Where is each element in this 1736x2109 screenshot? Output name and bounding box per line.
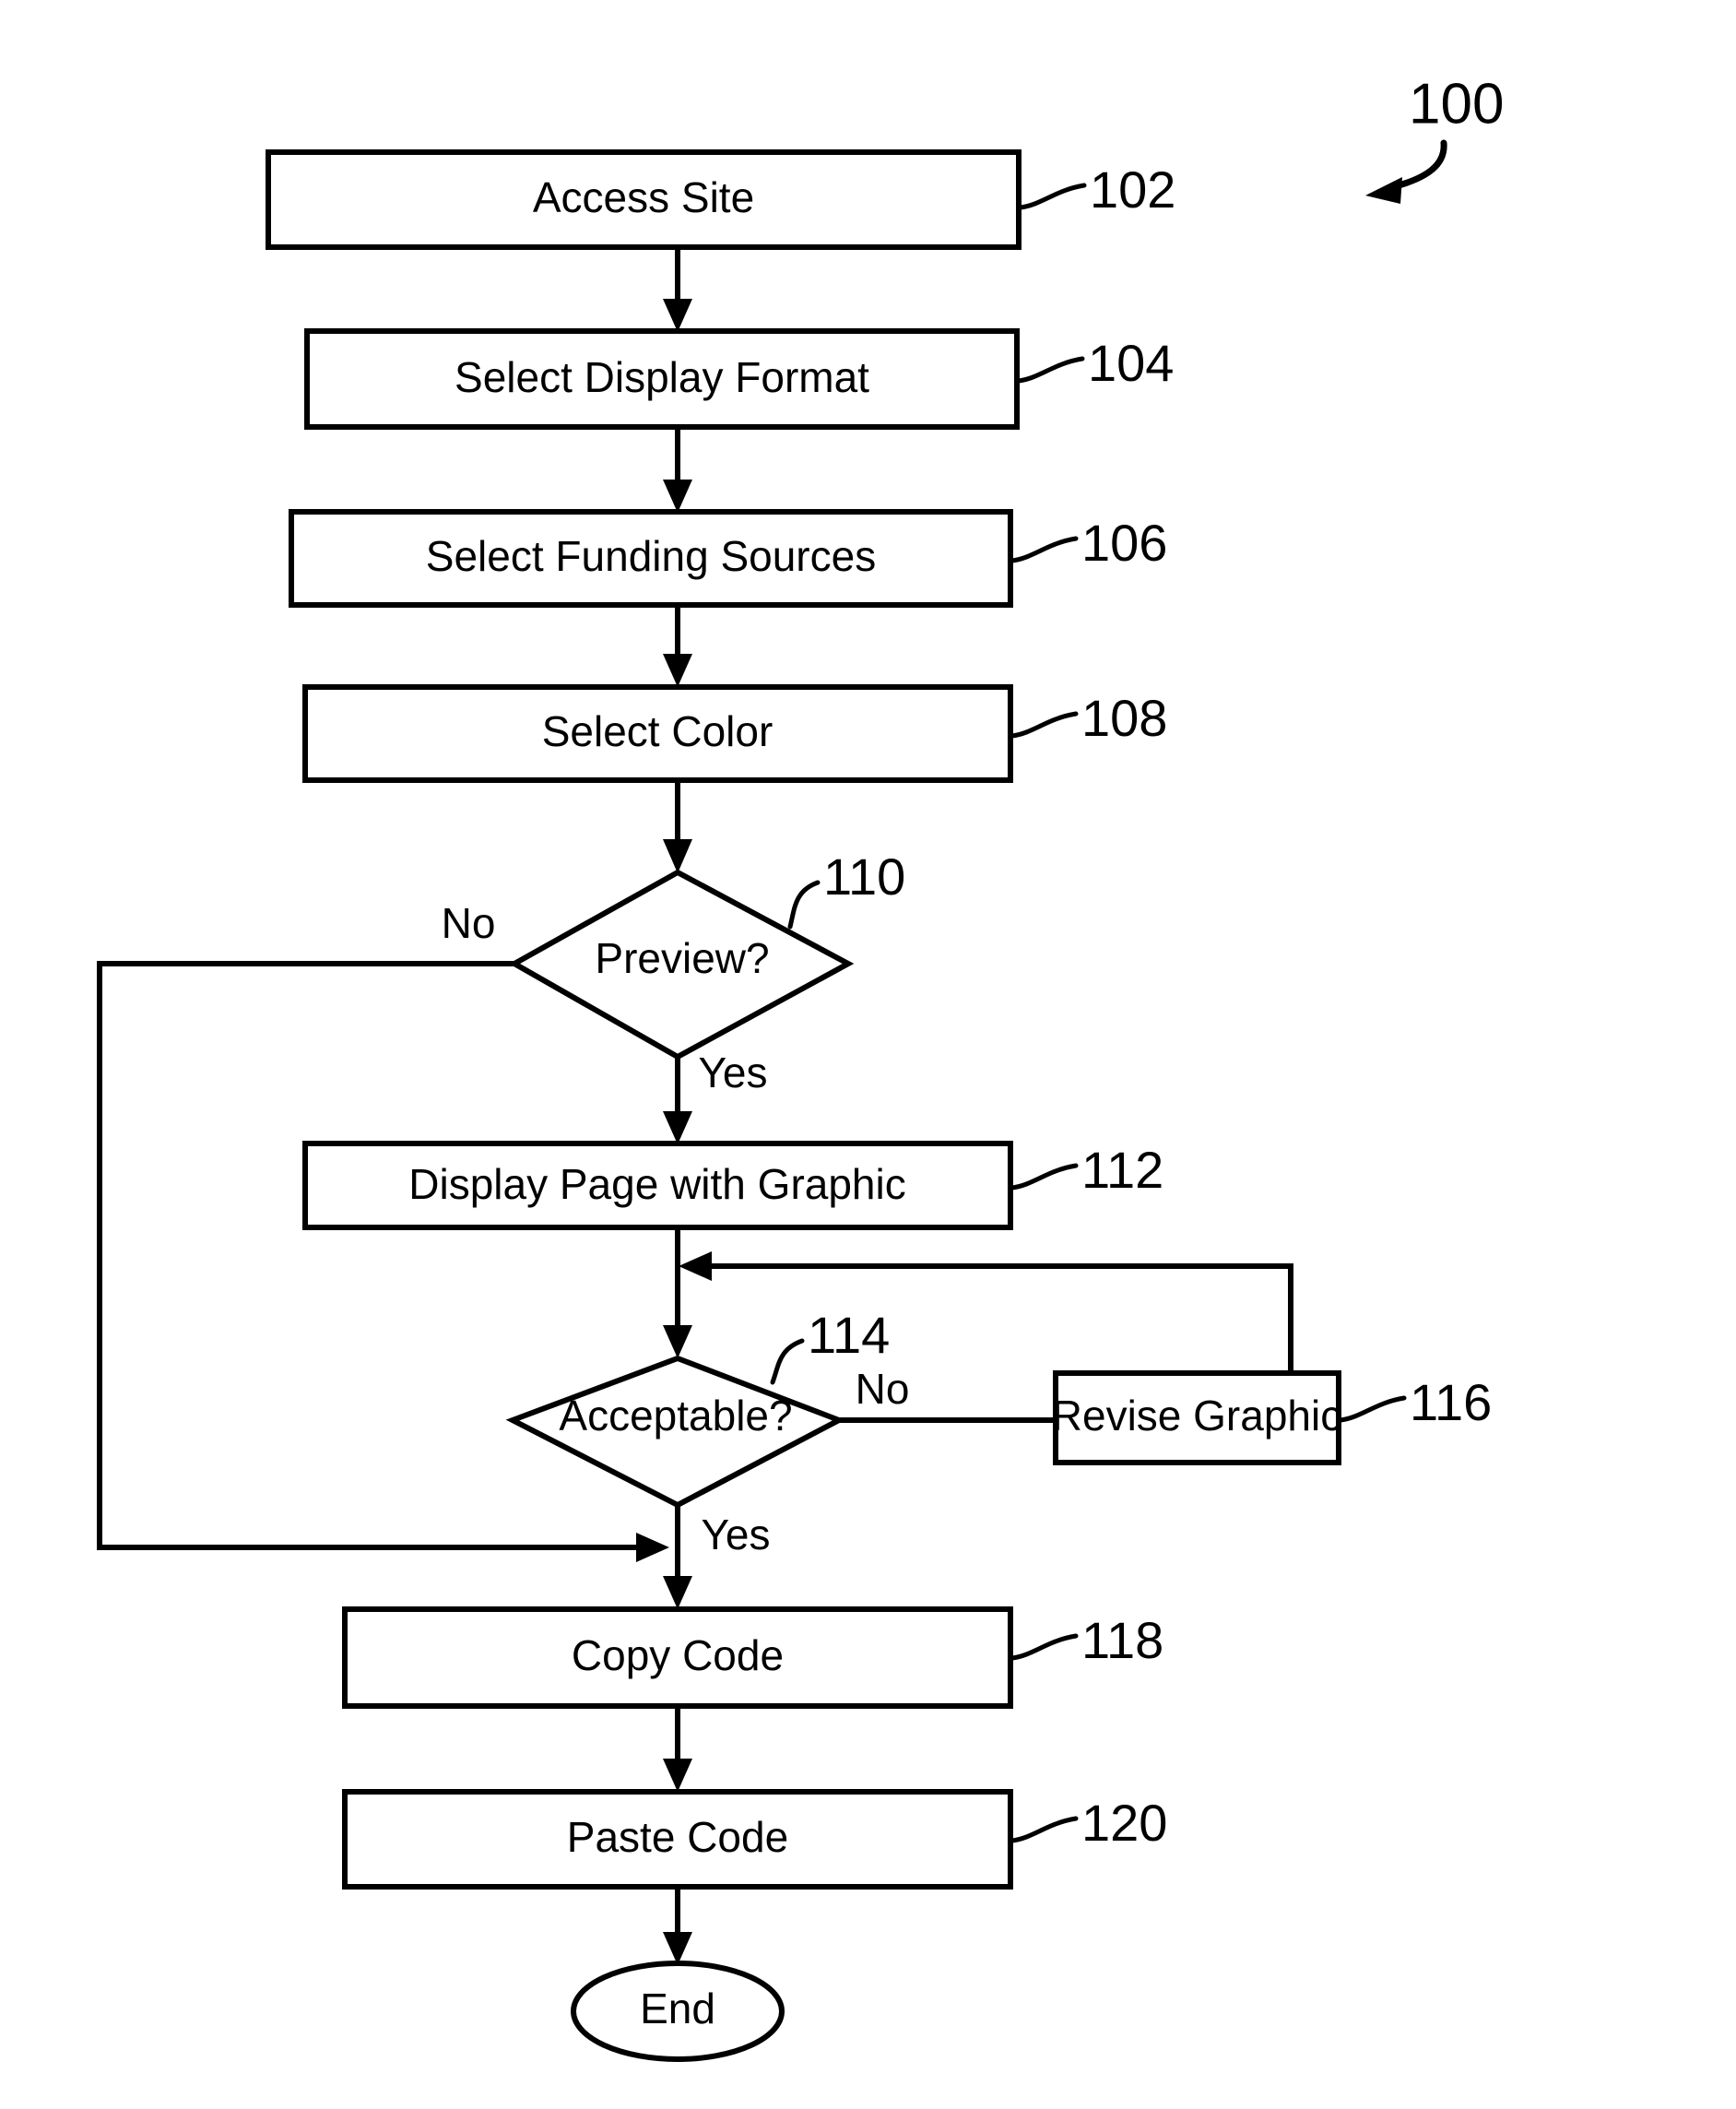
arrow-head-icon (663, 839, 692, 873)
reference-numeral-108-text: 108 (1081, 689, 1167, 747)
arrow-head-icon (663, 654, 692, 687)
reference-numeral-102: 102 (1018, 160, 1175, 219)
node-end-terminal-label: End (640, 1985, 715, 2032)
reference-numeral-104: 104 (1016, 334, 1174, 392)
arrow-head-icon (663, 480, 692, 513)
edge-revise-graphic-feedback-loop (679, 1251, 1293, 1373)
arrow-head-icon (663, 1759, 692, 1792)
edge-preview-no-loop-to-copy-code (97, 961, 669, 1562)
arrow-head-icon (679, 1251, 712, 1281)
patent-flowchart-figure: Access Site Select Display Format Select… (0, 0, 1736, 2109)
edge-access-site-to-select-display-format (663, 247, 692, 332)
node-end-terminal[interactable]: End (571, 1961, 785, 2062)
reference-numeral-104-text: 104 (1088, 334, 1174, 392)
edge-paste-code-to-end (663, 1887, 692, 1965)
node-access-site[interactable]: Access Site (266, 149, 1022, 250)
node-select-color[interactable]: Select Color (302, 684, 1013, 783)
edge-select-display-format-to-select-funding-sources (663, 427, 692, 513)
node-preview-decision-label: Preview? (595, 934, 769, 982)
edge-preview-yes-to-display-page (663, 1057, 692, 1144)
arrow-head-icon (663, 1576, 692, 1609)
arrow-head-icon (663, 1932, 692, 1965)
node-select-color-label: Select Color (542, 707, 774, 755)
reference-numeral-116-text: 116 (1410, 1373, 1492, 1431)
node-paste-code[interactable]: Paste Code (342, 1789, 1013, 1890)
node-access-site-label: Access Site (533, 173, 754, 221)
arrow-head-icon (636, 1533, 669, 1562)
node-paste-code-label: Paste Code (567, 1813, 788, 1861)
figure-number-text: 100 (1409, 72, 1504, 136)
arrow-head-icon (663, 1325, 692, 1358)
edge-label-acceptable-no: No (856, 1365, 910, 1413)
node-select-funding-sources[interactable]: Select Funding Sources (289, 509, 1013, 608)
edge-display-page-to-acceptable-decision (663, 1227, 692, 1358)
reference-numeral-106-text: 106 (1081, 514, 1167, 572)
node-select-display-format-label: Select Display Format (455, 353, 869, 401)
reference-numeral-120-text: 120 (1081, 1794, 1167, 1852)
arrow-head-icon (663, 1111, 692, 1144)
reference-numeral-110: 110 (787, 847, 905, 930)
reference-numeral-120: 120 (1010, 1794, 1167, 1852)
reference-numeral-110-text: 110 (823, 847, 905, 906)
edge-select-color-to-preview-decision (663, 780, 692, 873)
reference-numeral-116: 116 (1338, 1373, 1492, 1431)
reference-numeral-106: 106 (1010, 514, 1167, 572)
node-select-funding-sources-label: Select Funding Sources (426, 532, 876, 580)
reference-numeral-118: 118 (1010, 1611, 1163, 1669)
figure-arrow-head-icon (1365, 177, 1402, 204)
node-revise-graphic[interactable]: Revise Graphic (1052, 1370, 1341, 1465)
node-revise-graphic-label: Revise Graphic (1052, 1392, 1341, 1440)
edge-acceptable-yes-to-copy-code (663, 1505, 692, 1609)
reference-numeral-112: 112 (1010, 1141, 1163, 1199)
flowchart-canvas: Access Site Select Display Format Select… (97, 72, 1504, 2062)
reference-numeral-112-text: 112 (1081, 1141, 1163, 1199)
reference-numeral-108: 108 (1010, 689, 1167, 747)
edge-select-funding-sources-to-select-color (663, 605, 692, 687)
node-display-page-with-graphic-label: Display Page with Graphic (408, 1160, 905, 1208)
node-select-display-format[interactable]: Select Display Format (304, 328, 1020, 430)
reference-numeral-114-text: 114 (808, 1306, 890, 1364)
reference-numeral-102-text: 102 (1090, 160, 1175, 219)
node-acceptable-decision-label: Acceptable? (559, 1392, 792, 1440)
figure-reference-100: 100 (1365, 72, 1504, 204)
edge-label-preview-yes: Yes (698, 1049, 767, 1096)
reference-numeral-118-text: 118 (1081, 1611, 1163, 1669)
edge-copy-code-to-paste-code (663, 1706, 692, 1792)
node-copy-code[interactable]: Copy Code (342, 1606, 1013, 1709)
edge-label-acceptable-yes: Yes (701, 1511, 770, 1558)
edge-label-preview-no: No (442, 899, 496, 947)
node-display-page-with-graphic[interactable]: Display Page with Graphic (302, 1141, 1013, 1230)
node-acceptable-decision[interactable]: Acceptable? (505, 1355, 846, 1509)
node-copy-code-label: Copy Code (572, 1631, 784, 1679)
arrow-head-icon (663, 299, 692, 332)
